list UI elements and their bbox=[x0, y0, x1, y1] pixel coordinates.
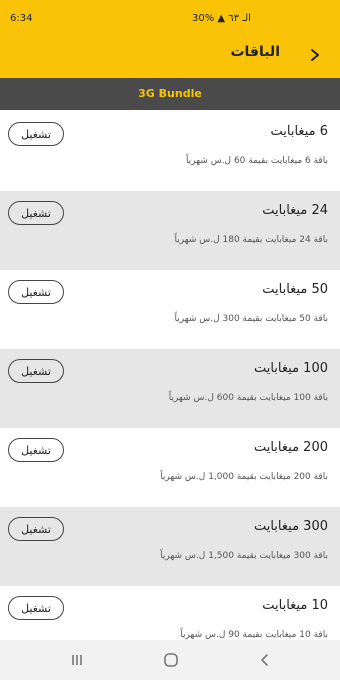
activate-button[interactable]: تشغيل bbox=[8, 122, 64, 146]
bundle-description: باقة 300 ميغابايت بقيمة 1,500 ل.س شهرياً bbox=[160, 551, 328, 561]
bundle-title: 100 ميغابايت bbox=[253, 361, 328, 376]
back-icon[interactable] bbox=[256, 651, 274, 669]
activate-button[interactable]: تشغيل bbox=[8, 201, 64, 225]
bundle-description: باقة 50 ميغابايت بقيمة 300 ل.س شهرياً bbox=[174, 314, 328, 324]
bundle-list: تشغيل 6 ميغابايت باقة 6 ميغابايت بقيمة 6… bbox=[0, 112, 340, 665]
activate-button[interactable]: تشغيل bbox=[8, 596, 64, 620]
app-header: الباقات bbox=[0, 32, 340, 78]
bundle-title: 50 ميغابايت bbox=[262, 282, 328, 297]
status-indicators: 30% ▲ الـ ٦٣ bbox=[192, 13, 251, 24]
recents-icon[interactable] bbox=[68, 651, 86, 669]
bundle-row: تشغيل 100 ميغابايت باقة 100 ميغابايت بقي… bbox=[0, 349, 340, 428]
bundle-title: 24 ميغابايت bbox=[262, 203, 328, 218]
bundle-title: 10 ميغابايت bbox=[262, 598, 328, 613]
page-title: الباقات bbox=[230, 44, 280, 60]
bundle-description: باقة 10 ميغابايت بقيمة 90 ل.س شهرياً bbox=[180, 630, 328, 640]
system-nav-bar bbox=[0, 640, 340, 680]
activate-button[interactable]: تشغيل bbox=[8, 280, 64, 304]
bundle-title: 200 ميغابايت bbox=[253, 440, 328, 455]
section-title: 3G Bundle bbox=[138, 87, 202, 100]
bundle-row: تشغيل 24 ميغابايت باقة 24 ميغابايت بقيمة… bbox=[0, 191, 340, 270]
bundle-title: 300 ميغابايت bbox=[253, 519, 328, 534]
bundle-description: باقة 200 ميغابايت بقيمة 1,000 ل.س شهرياً bbox=[160, 472, 328, 482]
home-icon[interactable] bbox=[162, 651, 180, 669]
bundle-row: تشغيل 300 ميغابايت باقة 300 ميغابايت بقي… bbox=[0, 507, 340, 586]
bundle-row: تشغيل 50 ميغابايت باقة 50 ميغابايت بقيمة… bbox=[0, 270, 340, 349]
bundle-row: تشغيل 200 ميغابايت باقة 200 ميغابايت بقي… bbox=[0, 428, 340, 507]
bundle-description: باقة 24 ميغابايت بقيمة 180 ل.س شهرياً bbox=[174, 235, 328, 245]
bundle-description: باقة 100 ميغابايت بقيمة 600 ل.س شهرياً bbox=[168, 393, 328, 403]
status-time: 6:34 bbox=[10, 13, 33, 24]
chevron-right-icon[interactable] bbox=[304, 44, 326, 66]
section-header: 3G Bundle bbox=[0, 78, 340, 110]
bundle-row: تشغيل 6 ميغابايت باقة 6 ميغابايت بقيمة 6… bbox=[0, 112, 340, 191]
status-bar: 6:34 30% ▲ الـ ٦٣ bbox=[0, 0, 340, 32]
bundle-title: 6 ميغابايت bbox=[270, 124, 329, 139]
activate-button[interactable]: تشغيل bbox=[8, 517, 64, 541]
activate-button[interactable]: تشغيل bbox=[8, 359, 64, 383]
activate-button[interactable]: تشغيل bbox=[8, 438, 64, 462]
bundle-description: باقة 6 ميغابايت بقيمة 60 ل.س شهرياً bbox=[185, 156, 328, 166]
